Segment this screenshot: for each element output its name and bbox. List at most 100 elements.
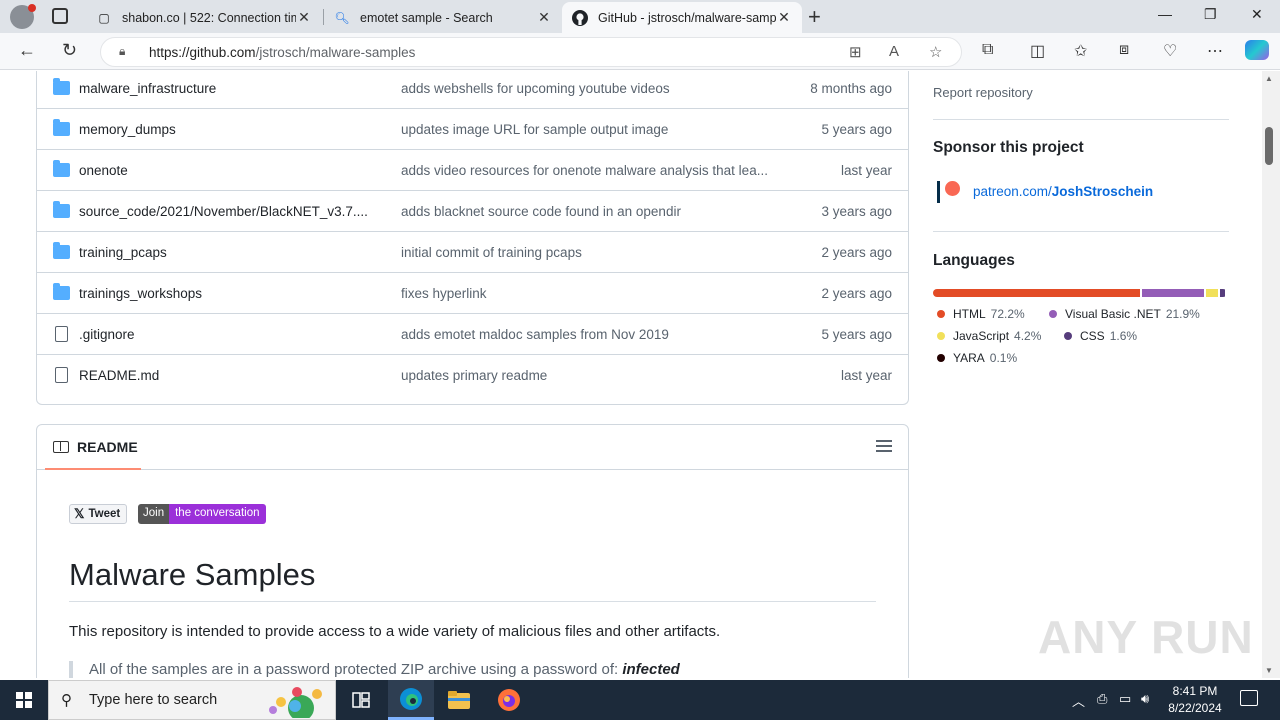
language-item-javascript[interactable]: JavaScript 4.2%	[937, 329, 1041, 343]
address-bar[interactable]: 🔒︎ https://github.com/jstrosch/malware-s…	[100, 37, 962, 67]
extensions-icon[interactable]: ⧉	[982, 41, 993, 59]
table-row[interactable]: onenote adds video resources for onenote…	[37, 149, 908, 190]
file-name[interactable]: onenote	[79, 163, 128, 178]
readme-intro: This repository is intended to provide a…	[69, 623, 721, 640]
collections-icon[interactable]: ⧈	[1119, 41, 1129, 59]
tab-github[interactable]: GitHub - jstrosch/malware-samples ✕	[562, 2, 802, 33]
refresh-icon[interactable]: ↻	[62, 40, 77, 61]
tweet-badge[interactable]: 𝕏 Tweet	[69, 504, 128, 524]
tab-title: GitHub - jstrosch/malware-samples	[598, 10, 776, 25]
readme-title: Malware Samples	[69, 557, 316, 592]
favorites-icon[interactable]: ✩	[1074, 41, 1087, 61]
file-name[interactable]: malware_infrastructure	[79, 81, 216, 96]
network-icon[interactable]: ▭	[1119, 691, 1131, 707]
back-icon[interactable]: ←	[18, 40, 36, 61]
split-screen-icon[interactable]: ◫	[1030, 41, 1045, 61]
folder-icon	[53, 201, 70, 218]
language-bar	[933, 289, 1227, 297]
table-row[interactable]: malware_infrastructure adds webshells fo…	[37, 71, 908, 108]
table-of-contents-icon[interactable]	[876, 440, 892, 452]
scroll-up-icon[interactable]: ▲	[1265, 74, 1273, 83]
table-row[interactable]: training_pcaps initial commit of trainin…	[37, 231, 908, 272]
commit-message[interactable]: updates image URL for sample output imag…	[401, 122, 773, 137]
commit-message[interactable]: adds webshells for upcoming youtube vide…	[401, 81, 773, 96]
language-item-yara[interactable]: YARA 0.1%	[937, 351, 1017, 365]
commit-message[interactable]: updates primary readme	[401, 368, 773, 383]
language-item-css[interactable]: CSS 1.6%	[1064, 329, 1137, 343]
commit-message[interactable]: adds blacknet source code found in an op…	[401, 204, 773, 219]
read-aloud-icon[interactable]: A	[889, 43, 899, 60]
tab-shabon[interactable]: ▢ shabon.co | 522: Connection timed out …	[86, 2, 322, 33]
table-row[interactable]: README.md updates primary readme last ye…	[37, 354, 908, 395]
commit-message[interactable]: initial commit of training pcaps	[401, 245, 773, 260]
commit-age: 2 years ago	[821, 245, 892, 260]
folder-icon	[53, 283, 70, 300]
commit-age: 8 months ago	[810, 81, 892, 96]
commit-age: 5 years ago	[821, 122, 892, 137]
browser-essentials-icon[interactable]: ♡	[1163, 41, 1177, 61]
table-row[interactable]: source_code/2021/November/BlackNET_v3.7.…	[37, 190, 908, 231]
tab-actions-icon[interactable]	[52, 8, 68, 24]
tab-emotet-search[interactable]: 🔍︎ emotet sample - Search ✕	[324, 2, 562, 33]
language-segment	[1220, 289, 1225, 297]
scroll-down-icon[interactable]: ▼	[1265, 666, 1273, 675]
app-available-icon[interactable]: ⊞	[849, 43, 862, 61]
page-scrollbar[interactable]: ▲ ▼	[1262, 71, 1280, 678]
file-name[interactable]: README.md	[79, 368, 159, 383]
firefox-icon[interactable]	[486, 680, 532, 720]
quote-text: All of the samples are in a password pro…	[89, 661, 623, 678]
page-icon: ▢	[98, 10, 110, 25]
language-item-html[interactable]: HTML 72.2%	[937, 307, 1025, 321]
close-icon[interactable]: ✕	[776, 9, 792, 26]
commit-message[interactable]: fixes hyperlink	[401, 286, 773, 301]
language-name: HTML	[953, 307, 986, 321]
file-name[interactable]: source_code/2021/November/BlackNET_v3.7.…	[79, 204, 368, 219]
meet-now-icon[interactable]: ⎙	[1097, 691, 1107, 707]
windows-taskbar: ⚲ Type here to search ︿ ⎙ ▭ 🔊︎ 8:41 PM 8…	[0, 680, 1280, 720]
notifications-icon[interactable]	[1240, 690, 1258, 706]
browser-toolbar: ← ↻ 🔒︎ https://github.com/jstrosch/malwa…	[0, 33, 1280, 70]
taskbar-search[interactable]: ⚲ Type here to search	[48, 680, 336, 720]
tab-readme[interactable]: README	[53, 439, 138, 455]
close-icon[interactable]: ✕	[536, 9, 552, 26]
table-row[interactable]: .gitignore adds emotet maldoc samples fr…	[37, 313, 908, 354]
file-name[interactable]: .gitignore	[79, 327, 135, 342]
profile-avatar[interactable]	[10, 4, 36, 29]
favorite-star-icon[interactable]: ☆	[929, 43, 942, 61]
readme-tab-label: README	[77, 439, 138, 455]
show-hidden-icons-icon[interactable]: ︿	[1072, 691, 1085, 710]
commit-message[interactable]: adds emotet maldoc samples from Nov 2019	[401, 327, 773, 342]
new-tab-icon[interactable]: +	[808, 4, 821, 30]
file-explorer-icon[interactable]	[436, 680, 482, 720]
language-item-vbnet[interactable]: Visual Basic .NET 21.9%	[1049, 307, 1200, 321]
restore-icon[interactable]: ❐	[1204, 6, 1217, 23]
copilot-icon[interactable]	[1245, 40, 1269, 60]
languages-heading: Languages	[933, 252, 1015, 269]
window-close-icon[interactable]: ✕	[1251, 6, 1263, 23]
join-conversation-badge[interactable]: Join the conversation	[138, 504, 266, 524]
scroll-thumb[interactable]	[1265, 127, 1273, 165]
search-icon: 🔍︎	[334, 10, 350, 25]
file-name[interactable]: training_pcaps	[79, 245, 167, 260]
taskbar-clock[interactable]: 8:41 PM 8/22/2024	[1160, 683, 1230, 717]
language-name: YARA	[953, 351, 985, 365]
badge-left-text: Join	[138, 504, 170, 524]
report-repository-link[interactable]: Report repository	[933, 85, 1033, 100]
windows-start-icon[interactable]	[16, 692, 32, 708]
table-row[interactable]: memory_dumps updates image URL for sampl…	[37, 108, 908, 149]
more-icon[interactable]: ⋯	[1207, 41, 1223, 61]
language-percent: 72.2%	[990, 307, 1025, 321]
file-name[interactable]: memory_dumps	[79, 122, 176, 137]
minimize-icon[interactable]: —	[1158, 6, 1172, 22]
patreon-icon	[937, 181, 960, 203]
close-icon[interactable]: ✕	[296, 9, 312, 26]
patreon-link[interactable]: patreon.com/JoshStroschein	[973, 184, 1153, 199]
file-name[interactable]: trainings_workshops	[79, 286, 202, 301]
language-dot-icon	[937, 354, 945, 362]
volume-icon[interactable]: 🔊︎	[1141, 691, 1149, 707]
task-view-icon[interactable]	[338, 680, 384, 720]
edge-taskbar-icon[interactable]	[388, 680, 434, 720]
tab-title: emotet sample - Search	[360, 10, 493, 25]
commit-message[interactable]: adds video resources for onenote malware…	[401, 163, 773, 178]
table-row[interactable]: trainings_workshops fixes hyperlink 2 ye…	[37, 272, 908, 313]
